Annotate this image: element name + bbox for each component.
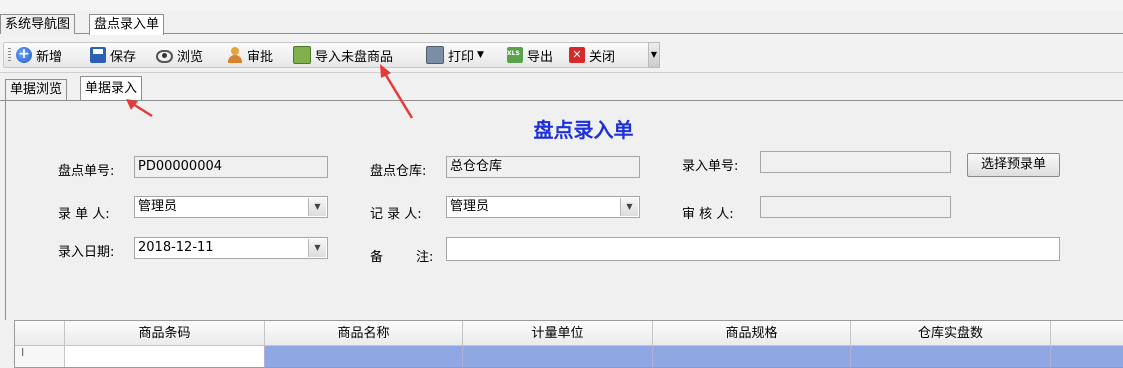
print-button[interactable]: 打印 ▼ xyxy=(426,45,484,65)
eye-icon xyxy=(156,49,173,63)
toolbar-strip: 新增 保存 浏览 审批 导入未盘商品 打印▼ 导出 关闭 ▼ xyxy=(3,42,660,68)
grid-cell-actual-count[interactable] xyxy=(851,346,1051,367)
check-no-label: 盘点单号: xyxy=(58,164,115,179)
add-icon xyxy=(16,46,32,63)
new-button-label: 新增 xyxy=(36,49,63,65)
tab-stocktake-entry[interactable]: 盘点录入单 xyxy=(89,14,165,35)
entered-by-value: 管理员 xyxy=(138,199,178,214)
browse-button[interactable]: 浏览 xyxy=(156,45,203,65)
recorder-value: 管理员 xyxy=(450,199,490,214)
browse-button-label: 浏览 xyxy=(177,49,204,65)
toolbar-overflow-button[interactable]: ▼ xyxy=(648,42,660,68)
recorder-label: 记 录 人: xyxy=(370,207,422,222)
grid-cell-unit[interactable] xyxy=(463,346,653,367)
chevron-down-icon[interactable]: ▼ xyxy=(620,198,638,216)
new-button[interactable]: 新增 xyxy=(16,45,62,65)
close-button-label: 关闭 xyxy=(589,49,616,65)
close-button[interactable]: 关闭 xyxy=(569,45,615,65)
column-header-product-name[interactable]: 商品名称 xyxy=(265,321,463,346)
tab-document-browse[interactable]: 单据浏览 xyxy=(5,79,68,100)
chevron-down-icon[interactable]: ▼ xyxy=(308,239,326,257)
save-button-label: 保存 xyxy=(110,49,137,65)
entry-no-field[interactable] xyxy=(760,151,951,173)
import-icon xyxy=(293,46,311,64)
grid-cell-barcode[interactable] xyxy=(65,346,265,367)
toolbar-grip-icon[interactable] xyxy=(8,48,11,62)
entered-by-select[interactable]: 管理员 ▼ xyxy=(134,196,328,218)
row-indicator: I xyxy=(15,346,65,367)
close-icon xyxy=(569,47,585,63)
entry-no-label: 录入单号: xyxy=(682,159,739,174)
column-header-extra xyxy=(1051,321,1123,346)
tab-system-navigation[interactable]: 系统导航图 xyxy=(0,14,76,34)
reviewer-field[interactable] xyxy=(760,196,951,218)
column-header-unit[interactable]: 计量单位 xyxy=(463,321,653,346)
select-pre-entry-button[interactable]: 选择预录单 xyxy=(967,153,1060,177)
item-grid: 商品条码 商品名称 计量单位 商品规格 仓库实盘数 I xyxy=(14,320,1123,368)
chevron-down-icon[interactable]: ▼ xyxy=(308,198,326,216)
import-unchecked-button[interactable]: 导入未盘商品 xyxy=(293,45,393,65)
grid-row-header-corner xyxy=(15,321,65,346)
approve-button-label: 审批 xyxy=(247,49,274,65)
entry-date-value: 2018-12-11 xyxy=(138,240,214,255)
column-header-barcode[interactable]: 商品条码 xyxy=(65,321,265,346)
warehouse-label: 盘点仓库: xyxy=(370,164,427,179)
grid-cell-product-name[interactable] xyxy=(265,346,463,367)
grid-cell-extra[interactable] xyxy=(1051,346,1123,367)
grid-cell-spec[interactable] xyxy=(653,346,851,367)
excel-export-icon xyxy=(507,47,523,63)
export-button[interactable]: 导出 xyxy=(507,45,553,65)
remark-label-b: 注: xyxy=(416,250,434,265)
printer-icon xyxy=(426,46,444,64)
save-button[interactable]: 保存 xyxy=(90,45,136,65)
entry-date-picker[interactable]: 2018-12-11 ▼ xyxy=(134,237,328,259)
warehouse-field[interactable]: 总仓仓库 xyxy=(446,156,640,178)
entered-by-label: 录 单 人: xyxy=(58,207,110,222)
approve-button[interactable]: 审批 xyxy=(227,45,273,65)
reviewer-label: 审 核 人: xyxy=(682,207,734,222)
chevron-down-icon: ▼ xyxy=(477,50,484,60)
form-title: 盘点录入单 xyxy=(533,118,634,142)
check-no-field[interactable]: PD00000004 xyxy=(134,156,328,178)
tab-divider xyxy=(0,100,1123,101)
column-header-actual-count[interactable]: 仓库实盘数 xyxy=(851,321,1051,346)
import-unchecked-label: 导入未盘商品 xyxy=(315,49,394,65)
save-icon xyxy=(90,47,106,63)
inner-tab-bar: 单据浏览 单据录入 xyxy=(0,73,1123,101)
toolbar: 新增 保存 浏览 审批 导入未盘商品 打印▼ 导出 关闭 ▼ xyxy=(0,34,1123,73)
document-tab-bar: 系统导航图 盘点录入单 xyxy=(0,11,1123,35)
tab-document-entry[interactable]: 单据录入 xyxy=(80,76,143,101)
entry-date-label: 录入日期: xyxy=(58,245,115,260)
recorder-select[interactable]: 管理员 ▼ xyxy=(446,196,640,218)
remark-input[interactable] xyxy=(446,237,1060,261)
print-button-label: 打印 xyxy=(448,49,475,65)
export-button-label: 导出 xyxy=(527,49,554,65)
user-approve-icon xyxy=(227,47,243,63)
remark-label-a: 备 xyxy=(370,250,384,265)
column-header-spec[interactable]: 商品规格 xyxy=(653,321,851,346)
